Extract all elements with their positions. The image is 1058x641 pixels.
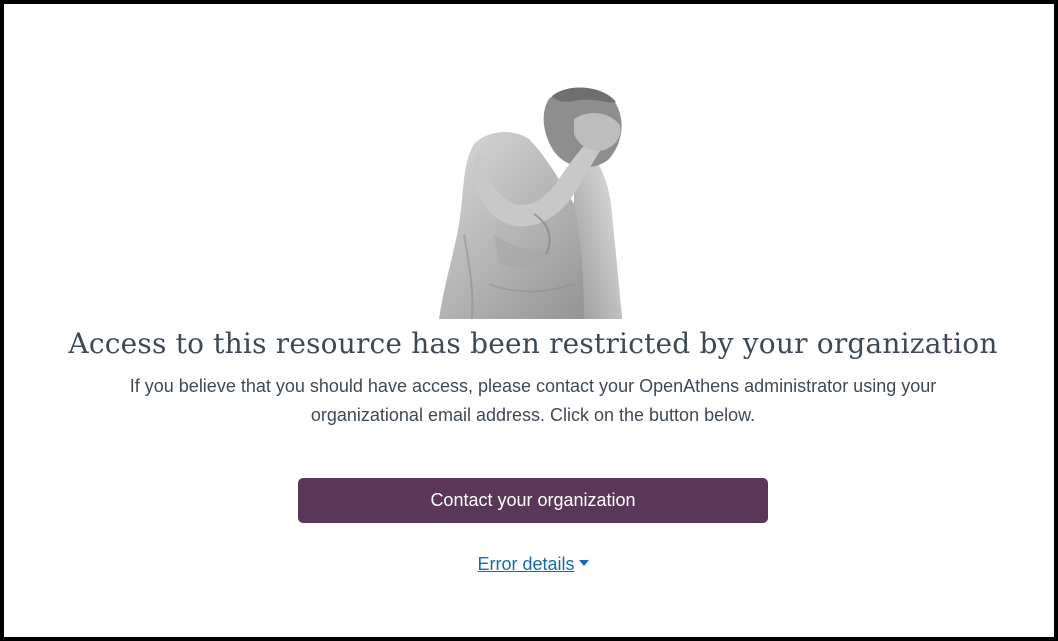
page-frame: Access to this resource has been restric…: [0, 0, 1058, 641]
contact-organization-button[interactable]: Contact your organization: [298, 478, 768, 523]
access-message: If you believe that you should have acce…: [129, 376, 937, 425]
error-details-toggle[interactable]: Error details: [4, 552, 1058, 576]
page-title: Access to this resource has been restric…: [68, 327, 998, 360]
error-details-link[interactable]: Error details: [477, 554, 574, 574]
caret-down-icon[interactable]: [578, 560, 589, 567]
facepalm-statue-image: [439, 87, 622, 319]
